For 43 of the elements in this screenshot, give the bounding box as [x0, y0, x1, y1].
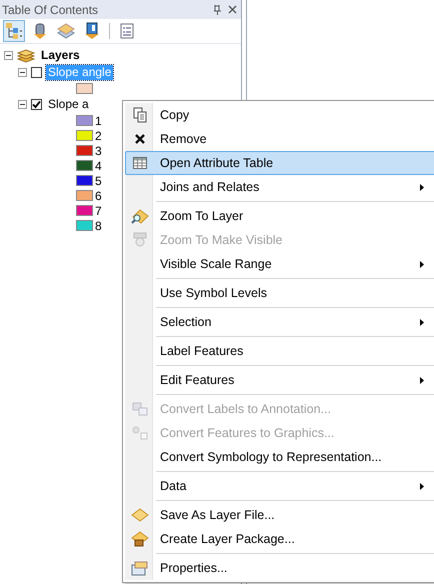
close-icon[interactable] — [228, 5, 237, 14]
list-by-drawing-order-button[interactable] — [3, 20, 25, 42]
legend-label: 5 — [95, 174, 102, 188]
legend-label: 7 — [95, 204, 102, 218]
properties-icon — [131, 560, 149, 576]
submenu-arrow-icon — [420, 260, 424, 268]
menu-item[interactable]: Copy — [125, 103, 434, 127]
graphics-icon — [132, 425, 148, 441]
package-icon — [131, 531, 149, 547]
collapse-icon[interactable] — [4, 51, 13, 60]
legend-label: 8 — [95, 218, 102, 232]
layer-name[interactable]: Slope a — [46, 97, 91, 112]
menu-item[interactable]: Remove — [125, 127, 434, 151]
table-icon — [132, 155, 148, 171]
pin-icon[interactable] — [213, 4, 222, 14]
legend-label: 3 — [95, 144, 102, 158]
collapse-icon[interactable] — [18, 68, 27, 77]
checkbox[interactable] — [31, 67, 42, 78]
close-icon — [134, 133, 146, 145]
menu-item[interactable]: Open Attribute Table — [125, 151, 434, 175]
list-by-drawing-order-icon — [5, 22, 23, 40]
submenu-arrow-icon — [420, 376, 424, 384]
collapse-icon[interactable] — [18, 100, 27, 109]
checkbox[interactable] — [31, 99, 42, 110]
magnifier-icon — [131, 208, 149, 224]
menu-item[interactable]: Zoom To Layer — [125, 204, 434, 228]
layer-file-icon — [131, 507, 149, 523]
submenu-arrow-icon — [420, 184, 424, 190]
legend-label: 4 — [95, 158, 102, 172]
legend-label: 1 — [95, 114, 102, 128]
menu-item[interactable]: Save As Layer File... — [125, 503, 434, 527]
options-icon — [118, 22, 136, 40]
legend-label: 6 — [95, 188, 102, 202]
panel-title: Table Of Contents — [2, 2, 100, 16]
copy-icon — [132, 107, 148, 123]
submenu-arrow-icon — [420, 318, 424, 326]
layers-icon — [17, 48, 35, 62]
layers-icon — [57, 22, 75, 40]
selection-icon — [83, 22, 101, 40]
legend-label: 2 — [95, 128, 102, 142]
submenu-arrow-icon — [420, 482, 424, 490]
tree-item[interactable]: Layers — [39, 48, 82, 63]
menu-item[interactable]: Properties... — [125, 556, 434, 580]
